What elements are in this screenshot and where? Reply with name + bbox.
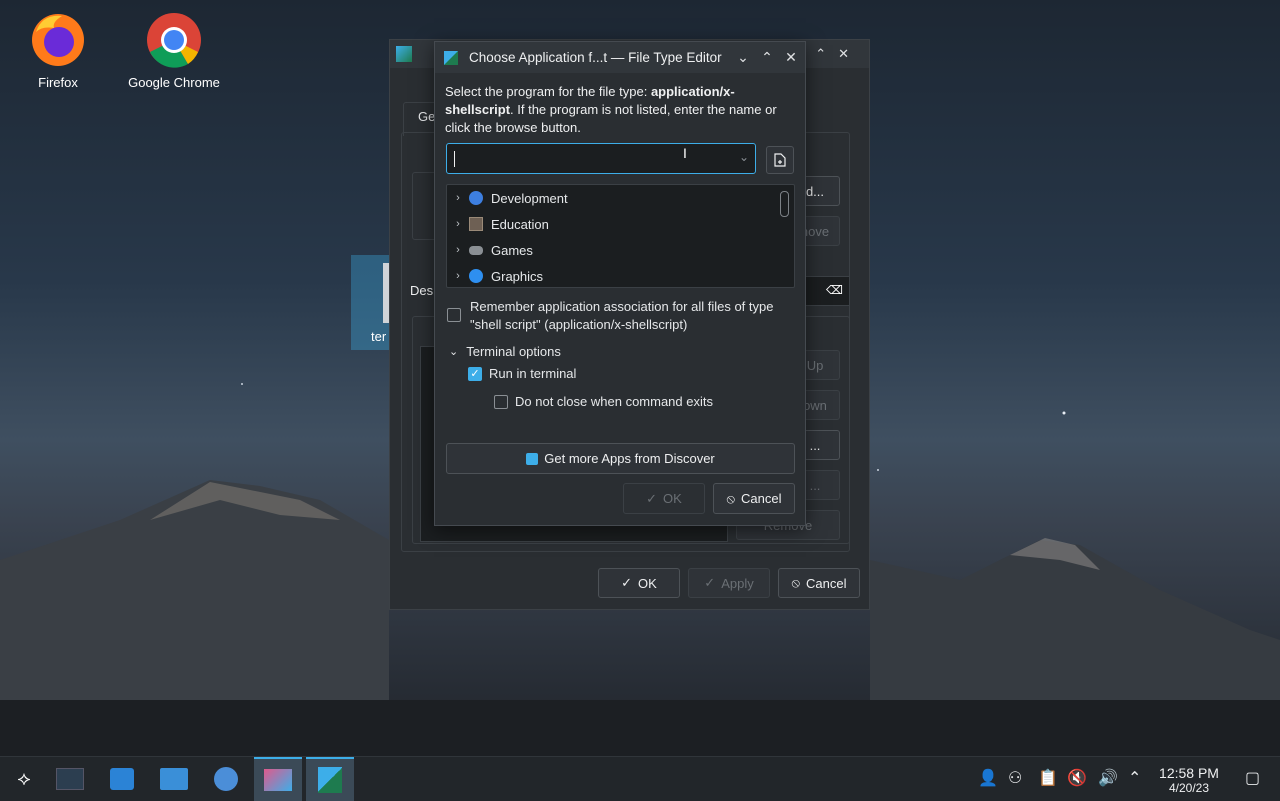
- application-combobox[interactable]: ⌄: [446, 143, 756, 174]
- terminal-options-label: Terminal options: [466, 344, 561, 359]
- clear-field-icon[interactable]: ⌫: [826, 283, 843, 297]
- file-label: ter: [371, 329, 387, 344]
- launcher-icon: ⟡: [17, 767, 31, 790]
- folder-icon: [160, 768, 188, 790]
- tree-item-games[interactable]: › Games: [447, 237, 772, 263]
- expand-arrow-icon[interactable]: ›: [447, 192, 469, 204]
- tab-label: Ge: [418, 109, 436, 124]
- show-desktop-icon[interactable]: ▢: [1245, 768, 1260, 788]
- discover-taskbar-button[interactable]: [98, 757, 146, 801]
- expand-arrow-icon[interactable]: ›: [447, 270, 469, 282]
- tree-item-label: Education: [491, 216, 549, 232]
- tray-expand-icon[interactable]: ⌃: [1128, 768, 1141, 788]
- do-not-close-label: Do not close when command exits: [515, 394, 713, 409]
- graphics-icon: [469, 269, 483, 283]
- text-caret: [454, 151, 455, 167]
- tree-item-development[interactable]: › Development: [447, 185, 772, 211]
- bg-cancel-button[interactable]: ⦸ Cancel: [778, 568, 860, 598]
- education-icon: [469, 217, 483, 231]
- tree-item-label: Graphics: [491, 268, 544, 284]
- run-in-terminal-label: Run in terminal: [489, 366, 577, 381]
- properties-icon: [264, 769, 292, 791]
- check-icon: ✓: [704, 575, 716, 590]
- volume-icon[interactable]: 🔊: [1098, 768, 1118, 788]
- tree-item-graphics[interactable]: › Graphics: [447, 263, 772, 287]
- cancel-icon: ⦸: [791, 575, 800, 590]
- games-icon: [469, 245, 483, 255]
- check-icon: ✓: [621, 575, 633, 590]
- task-manager-button[interactable]: [46, 757, 94, 801]
- file-type-editor-icon: [444, 50, 458, 65]
- close-icon[interactable]: ✕: [779, 46, 803, 70]
- cancel-icon: ⦸: [726, 490, 735, 506]
- cancel-button[interactable]: ⦸ Cancel: [713, 483, 795, 514]
- file-type-editor-task-button[interactable]: [306, 757, 354, 801]
- file-type-editor-icon: [318, 767, 342, 793]
- expand-arrow-icon[interactable]: ›: [447, 244, 469, 256]
- taskbar: ⟡ 👤 ⚇ 📋 🔇 🔊 ⌃ ▢: [0, 756, 1280, 801]
- clock-date: 4/20/23: [1168, 781, 1210, 795]
- ok-button[interactable]: ✓ OK: [623, 483, 705, 514]
- tree-item-label: Development: [491, 190, 568, 206]
- mute-icon[interactable]: 🔇: [1067, 768, 1087, 788]
- clock[interactable]: 12:58 PM 4/20/23: [1150, 765, 1228, 795]
- dialog-description: Select the program for the file type: ap…: [445, 84, 777, 135]
- clipboard-icon[interactable]: 📋: [1038, 768, 1058, 788]
- minimize-icon[interactable]: ⌄: [731, 46, 755, 70]
- discover-icon: [526, 452, 539, 465]
- dolphin-taskbar-button[interactable]: [150, 757, 198, 801]
- document-open-icon: [774, 153, 786, 167]
- do-not-close-checkbox[interactable]: Do not close when command exits: [494, 394, 713, 409]
- remember-checkbox[interactable]: [447, 308, 461, 325]
- check-icon: ✓: [646, 490, 658, 506]
- window-app-icon: [396, 46, 412, 62]
- application-tree[interactable]: › Development › Education › Games › Grap…: [446, 184, 795, 288]
- run-in-terminal-checkbox[interactable]: ✓ Run in terminal: [468, 366, 576, 381]
- checkmark-icon: ✓: [468, 366, 482, 381]
- task-switcher-icon: [56, 768, 84, 790]
- maximize-icon[interactable]: ⌃: [755, 46, 779, 70]
- dialog-titlebar: Choose Application f...t — File Type Edi…: [435, 42, 805, 73]
- settings-icon: [214, 767, 238, 791]
- firefox-desktop-icon[interactable]: Firefox: [8, 2, 108, 90]
- bg-ok-button[interactable]: ✓ OK: [598, 568, 680, 598]
- bg-apply-button[interactable]: ✓ Apply: [688, 568, 770, 598]
- user-switch-icon[interactable]: ⚇: [1008, 768, 1022, 788]
- chevron-down-icon[interactable]: ⌄: [739, 150, 749, 164]
- development-icon: [469, 191, 483, 205]
- user-icon[interactable]: 👤: [978, 768, 998, 788]
- chrome-icon: [147, 13, 201, 68]
- discover-button[interactable]: Get more Apps from Discover: [446, 443, 795, 474]
- app-launcher-button[interactable]: ⟡: [0, 757, 48, 801]
- system-settings-button[interactable]: [202, 757, 250, 801]
- mouse-cursor-ibeam: I: [683, 145, 687, 161]
- tree-scrollbar[interactable]: [780, 191, 789, 217]
- description-label: Des: [410, 283, 434, 298]
- terminal-options-toggle[interactable]: ⌄ Terminal options: [449, 344, 561, 359]
- tree-item-label: Games: [491, 242, 533, 258]
- remember-label: Remember application association for all…: [470, 299, 774, 332]
- expand-arrow-icon[interactable]: ›: [447, 218, 469, 230]
- firefox-label: Firefox: [38, 75, 78, 90]
- clock-time: 12:58 PM: [1159, 765, 1219, 781]
- chrome-desktop-icon[interactable]: Google Chrome: [124, 2, 224, 90]
- properties-task-button[interactable]: [254, 757, 302, 801]
- chrome-label: Google Chrome: [128, 75, 220, 90]
- dialog-title: Choose Application f...t — File Type Edi…: [469, 50, 722, 65]
- selected-desktop-file[interactable]: ter: [351, 255, 391, 350]
- chevron-down-icon: ⌄: [449, 346, 459, 358]
- choose-application-dialog: Choose Application f...t — File Type Edi…: [434, 41, 806, 526]
- store-icon: [110, 768, 134, 790]
- browse-button[interactable]: [766, 146, 794, 174]
- tree-item-education[interactable]: › Education: [447, 211, 772, 237]
- firefox-icon: [32, 14, 84, 66]
